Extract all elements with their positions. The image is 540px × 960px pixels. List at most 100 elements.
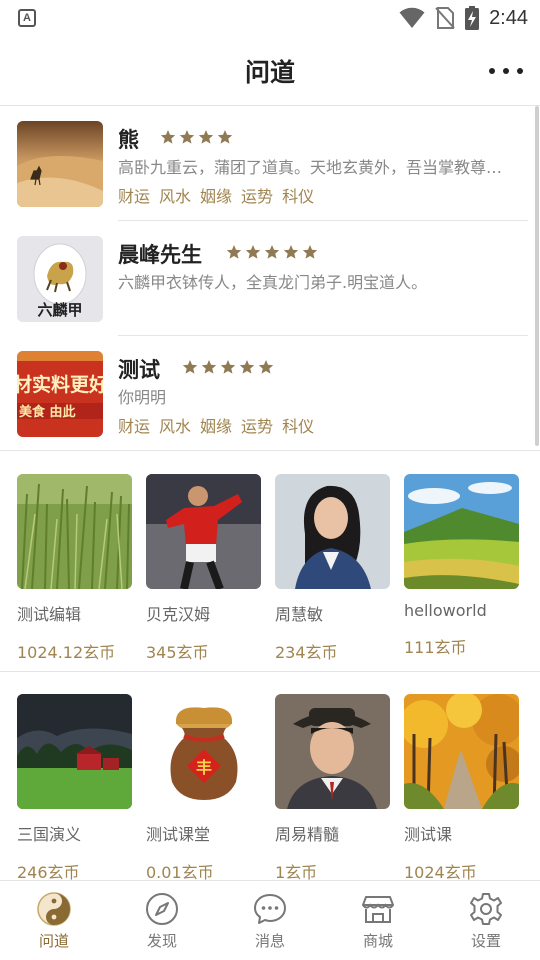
star-rating — [226, 244, 318, 260]
master-name: 熊 — [118, 128, 139, 152]
app-notification-icon: A — [18, 9, 36, 27]
page-title: 问道 — [244, 58, 295, 87]
more-options-button[interactable] — [486, 56, 526, 86]
autumn-road-photo — [404, 694, 519, 809]
tag-label[interactable]: 科仪 — [282, 413, 314, 437]
gear-icon — [470, 893, 502, 925]
product-image — [146, 474, 261, 589]
product-image — [17, 694, 132, 809]
grain-sack-image: 丰 — [146, 694, 261, 809]
product-image — [275, 474, 390, 589]
product-title: 三国演义 — [17, 825, 82, 844]
product-price: 345玄币 — [146, 643, 209, 662]
master-item[interactable]: 熊 高卧九重云，蒲团了道真。天地玄黄外，吾当掌教尊… 财运 风水 姻缘 运势 科… — [0, 106, 540, 221]
man-hat-portrait — [275, 694, 390, 809]
master-avatar: 材实料更好 美食 由此 — [17, 351, 103, 437]
no-sim-icon — [435, 7, 455, 29]
banner-text: 材实料更好 — [17, 373, 103, 396]
star-icon — [220, 360, 236, 374]
more-dot-icon — [489, 68, 495, 74]
sack-character: 丰 — [196, 758, 212, 777]
master-avatar: 六麟甲 — [17, 236, 103, 322]
yinyang-icon — [37, 892, 71, 926]
master-name: 晨峰先生 — [118, 243, 202, 267]
tab-label: 消息 — [254, 932, 285, 950]
star-icon — [226, 245, 242, 259]
master-list: 熊 高卧九重云，蒲团了道真。天地玄黄外，吾当掌教尊… 财运 风水 姻缘 运势 科… — [0, 106, 540, 451]
product-title: 测试课 — [404, 825, 453, 844]
master-item[interactable]: 材实料更好 美食 由此 测试 你明明 财运 风水 姻缘 运势 科仪 — [0, 336, 540, 451]
tab-label: 发现 — [146, 932, 177, 950]
store-icon — [362, 896, 394, 923]
footballer-photo — [146, 474, 261, 589]
tag-label[interactable]: 运势 — [241, 183, 273, 207]
product-card[interactable]: 三国演义 246玄币 — [17, 694, 132, 883]
product-card[interactable]: 周易精髓 1玄币 — [275, 694, 390, 883]
tag-label[interactable]: 姻缘 — [200, 413, 232, 437]
master-description: 高卧九重云，蒲团了道真。天地玄黄外，吾当掌教尊… — [118, 158, 503, 177]
star-icon — [258, 360, 274, 374]
more-dot-icon — [503, 68, 509, 74]
red-banner-image: 材实料更好 美食 由此 — [17, 351, 103, 437]
star-icon — [198, 130, 214, 144]
tag-label[interactable]: 姻缘 — [200, 183, 232, 207]
star-icon — [302, 245, 318, 259]
product-title: helloworld — [404, 601, 487, 620]
product-image: 丰 — [146, 694, 261, 809]
tab-label: 商城 — [362, 932, 393, 950]
tag-label[interactable]: 财运 — [118, 183, 150, 207]
tag-label[interactable]: 财运 — [118, 413, 150, 437]
master-item[interactable]: 六麟甲 晨峰先生 六麟甲衣钵传人，全真龙门弟子.明宝道人。 — [0, 221, 540, 336]
product-card[interactable]: 周慧敏 234玄币 — [275, 474, 390, 663]
star-icon — [182, 360, 198, 374]
master-description: 六麟甲衣钵传人，全真龙门弟子.明宝道人。 — [118, 273, 428, 292]
product-price: 1024.12玄币 — [17, 643, 116, 662]
product-card[interactable]: helloworld 111玄币 — [404, 474, 519, 658]
battery-charging-icon — [465, 6, 480, 30]
scrollbar[interactable] — [535, 106, 539, 446]
star-rating — [160, 129, 233, 145]
product-image — [404, 474, 519, 589]
tab-wendao[interactable]: 问道 — [0, 881, 108, 960]
product-card[interactable]: 贝克汉姆 345玄币 — [146, 474, 261, 663]
master-description: 你明明 — [118, 388, 167, 407]
tab-store[interactable]: 商城 — [324, 881, 432, 960]
bottom-tab-bar: 问道 发现 消息 商城 设置 — [0, 880, 540, 960]
divider — [0, 671, 540, 672]
grass-photo — [17, 474, 132, 589]
product-image — [404, 694, 519, 809]
product-card[interactable]: 测试编辑 1024.12玄币 — [17, 474, 132, 663]
star-icon — [217, 130, 233, 144]
tag-label[interactable]: 风水 — [159, 413, 191, 437]
product-card[interactable]: 测试课 1024玄币 — [404, 694, 519, 883]
product-image — [17, 474, 132, 589]
star-rating — [182, 359, 274, 375]
tag-label[interactable]: 风水 — [159, 183, 191, 207]
tab-settings[interactable]: 设置 — [432, 881, 540, 960]
product-price: 111玄币 — [404, 638, 467, 657]
tag-label[interactable]: 科仪 — [282, 183, 314, 207]
liulinjia-logo: 六麟甲 — [17, 236, 103, 322]
product-title: 周易精髓 — [275, 825, 340, 844]
master-name: 测试 — [118, 358, 160, 382]
star-icon — [201, 360, 217, 374]
star-icon — [264, 245, 280, 259]
product-price: 234玄币 — [275, 643, 338, 662]
tab-label: 问道 — [38, 932, 69, 950]
star-icon — [160, 130, 176, 144]
more-dot-icon — [517, 68, 523, 74]
product-title: 测试课堂 — [146, 825, 211, 844]
tag-label[interactable]: 运势 — [241, 413, 273, 437]
clock-time: 2:44 — [489, 6, 528, 29]
tab-discover[interactable]: 发现 — [108, 881, 216, 960]
wifi-icon — [399, 7, 425, 29]
banner-text: 美食 由此 — [19, 404, 76, 420]
tab-messages[interactable]: 消息 — [216, 881, 324, 960]
star-icon — [179, 130, 195, 144]
product-card[interactable]: 丰 测试课堂 0.01玄币 — [146, 694, 261, 883]
chat-bubble-icon — [254, 894, 286, 924]
green-hills-photo — [404, 474, 519, 589]
product-title: 测试编辑 — [17, 605, 82, 624]
tab-label: 设置 — [470, 932, 501, 950]
red-barn-photo — [17, 694, 132, 809]
